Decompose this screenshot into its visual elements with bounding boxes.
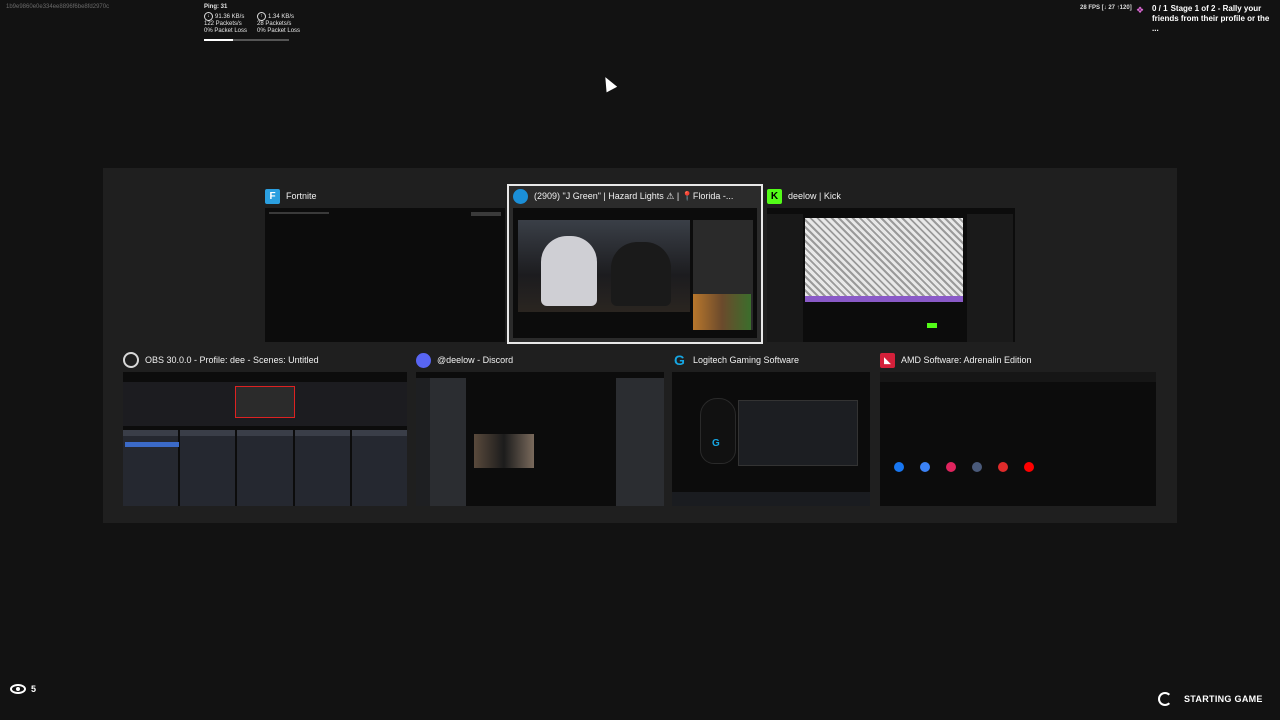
logitech-icon: G	[674, 352, 685, 368]
upload-icon: ↑	[257, 12, 267, 21]
window-thumbnail	[880, 372, 1156, 506]
fortnite-icon: F	[265, 188, 280, 204]
window-obs[interactable]: OBS 30.0.0 - Profile: dee - Scenes: Unti…	[123, 350, 407, 506]
session-id: 1b9e9860e0e334ee8896f6be8fd2970c	[6, 4, 110, 10]
network-progress-fill	[204, 39, 233, 42]
kick-icon: K	[767, 188, 782, 204]
window-logitech[interactable]: G Logitech Gaming Software G	[672, 350, 870, 506]
window-title: Fortnite	[286, 191, 317, 201]
spectator-number: 5	[31, 684, 37, 694]
window-title: OBS 30.0.0 - Profile: dee - Scenes: Unti…	[145, 355, 319, 365]
download-loss: 0% Packet Loss	[204, 28, 248, 35]
window-title: (2909) "J Green" | Hazard Lights ⚠ | 📍Fl…	[534, 190, 734, 201]
quest-tracker[interactable]: 0 / 1 Stage 1 of 2 - Rally your friends f…	[1152, 4, 1272, 34]
window-title-bar: (2909) "J Green" | Hazard Lights ⚠ | 📍Fl…	[513, 186, 733, 206]
window-thumbnail	[123, 372, 407, 506]
quest-text: Stage 1 of 2 - Rally your friends from t…	[1152, 4, 1270, 33]
upload-rate: 1.34 KB/s	[268, 14, 295, 21]
window-title: @deelow - Discord	[437, 355, 514, 365]
window-title-bar: ◣ AMD Software: Adrenalin Edition	[880, 350, 1032, 370]
window-title-bar: G Logitech Gaming Software	[672, 350, 799, 370]
window-title: AMD Software: Adrenalin Edition	[901, 355, 1032, 365]
eye-icon	[10, 684, 26, 694]
network-progress-bar	[204, 39, 289, 42]
window-thumbnail	[767, 208, 1015, 342]
window-thumbnail: G	[672, 372, 870, 506]
quest-icon: ❖	[1136, 5, 1145, 15]
quest-count: 0 / 1	[1152, 4, 1168, 13]
window-title-bar: F Fortnite	[265, 186, 317, 206]
upload-stats: ↑ 1.34 KB/s 28 Packets/s 0% Packet Loss	[257, 12, 300, 35]
download-icon: ↓	[204, 12, 213, 21]
ping-readout: Ping: 31	[204, 4, 228, 10]
network-stats: Ping: 31 ↓ 91.36 KB/s 122 Packets/s 0% Pa…	[204, 4, 314, 42]
window-thumbnail	[513, 208, 757, 338]
window-title-bar: @deelow - Discord	[416, 350, 513, 370]
upload-packets: 28 Packets/s	[257, 21, 292, 28]
download-rate: 91.36 KB/s	[215, 14, 245, 21]
amd-icon: ◣	[880, 352, 895, 368]
discord-icon	[416, 352, 431, 368]
loading-spinner-icon	[1158, 692, 1172, 706]
window-thumbnail	[416, 372, 664, 506]
window-amd[interactable]: ◣ AMD Software: Adrenalin Edition	[880, 350, 1156, 506]
window-edge-youtube[interactable]: (2909) "J Green" | Hazard Lights ⚠ | 📍Fl…	[507, 184, 763, 344]
window-fortnite[interactable]: F Fortnite	[265, 186, 505, 342]
download-packets: 122 Packets/s	[204, 21, 242, 28]
obs-icon	[123, 352, 139, 368]
window-title: deelow | Kick	[788, 191, 841, 201]
upload-loss: 0% Packet Loss	[257, 28, 301, 35]
window-discord[interactable]: @deelow - Discord	[416, 350, 664, 506]
window-kick[interactable]: K deelow | Kick	[767, 186, 1015, 342]
download-stats: ↓ 91.36 KB/s 122 Packets/s 0% Packet Loss	[204, 12, 247, 35]
window-title: Logitech Gaming Software	[693, 355, 800, 365]
spectator-count: 5	[10, 684, 36, 694]
window-thumbnail	[265, 208, 505, 342]
status-text: STARTING GAME	[1184, 694, 1263, 704]
task-switcher: F Fortnite (2909) "J Green" | Hazard Lig…	[103, 168, 1177, 523]
window-title-bar: K deelow | Kick	[767, 186, 841, 206]
fps-counter: 28 FPS [↓ 27 ↑120]	[1080, 5, 1132, 11]
window-title-bar: OBS 30.0.0 - Profile: dee - Scenes: Unti…	[123, 350, 319, 370]
mouse-cursor-icon	[600, 74, 618, 93]
game-status: STARTING GAME	[1158, 692, 1263, 706]
edge-browser-icon	[513, 188, 528, 204]
